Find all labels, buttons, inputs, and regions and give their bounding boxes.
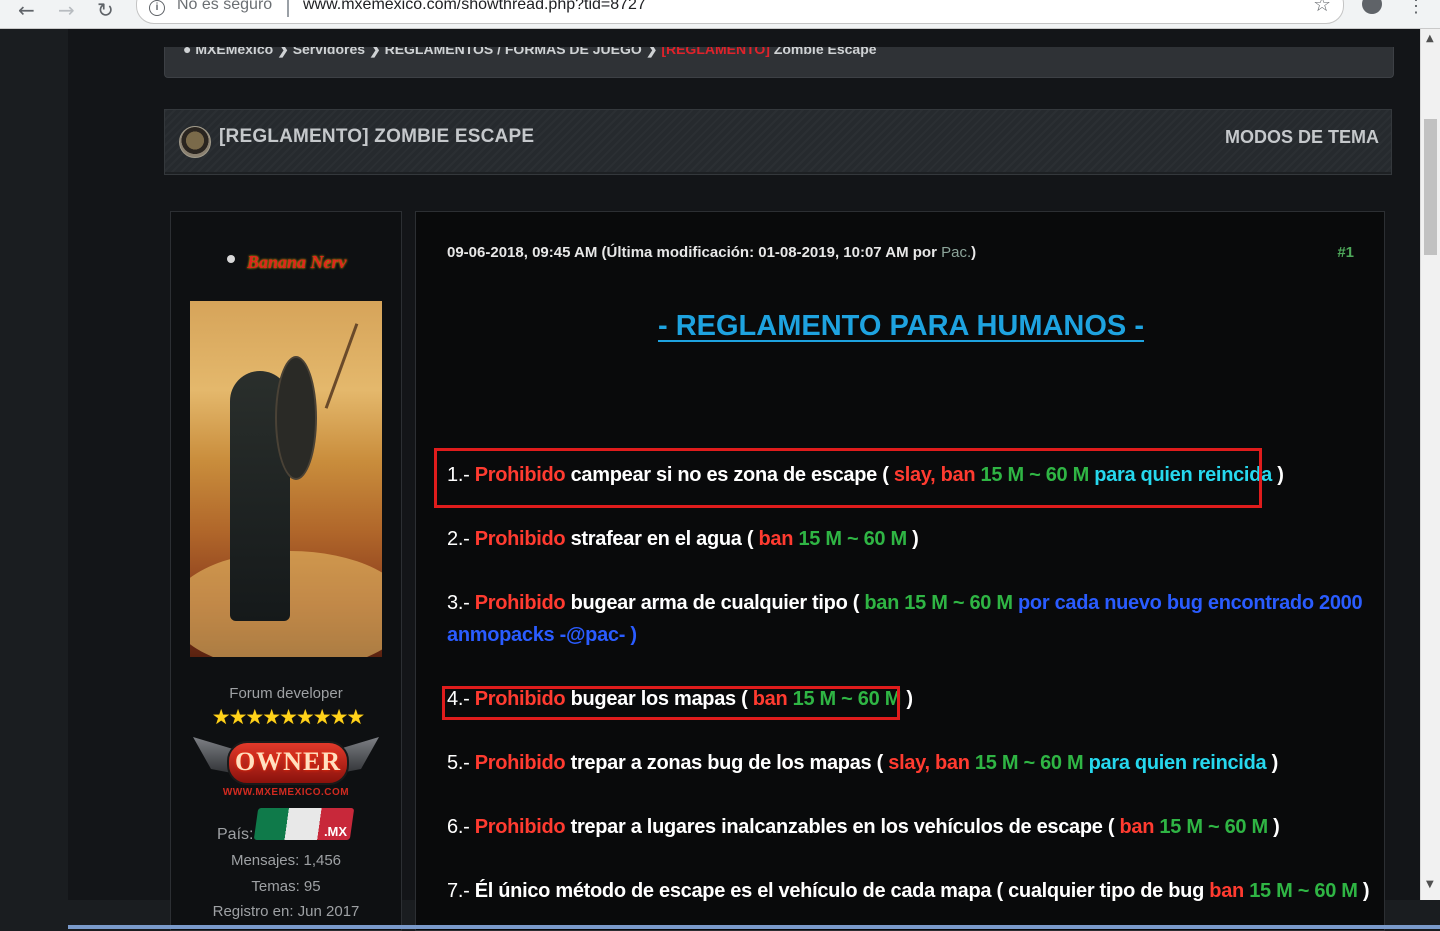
post-edited-close: ) xyxy=(971,244,977,261)
user-panel: Banana Nerv Forum developer ★★★★★★★★★ OW… xyxy=(170,211,402,931)
rule-text: ) xyxy=(1267,816,1280,838)
security-status: No es seguro xyxy=(177,0,273,13)
rule-text: ) xyxy=(1266,752,1279,774)
rule-text: strafear en el agua ( xyxy=(565,528,759,550)
rule-text: ) xyxy=(1357,880,1370,902)
rule-number: 2.- xyxy=(447,528,475,550)
info-icon[interactable]: i xyxy=(149,0,165,16)
reload-icon[interactable]: ↻ xyxy=(97,0,114,22)
rule-number: 6.- xyxy=(447,816,475,838)
thread-modes-button[interactable]: MODOS DE TEMA xyxy=(1225,127,1379,148)
rule-text: Prohibido xyxy=(474,528,566,550)
breadcrumb-item[interactable]: Servidores xyxy=(293,47,365,57)
avatar-shield xyxy=(275,356,317,480)
avatar-spear xyxy=(324,323,359,409)
rule-text: trepar a lugares inalcanzables en los ve… xyxy=(565,816,1120,838)
breadcrumb-current: Zombie Escape xyxy=(773,47,877,57)
breadcrumb: ● MXEMexico ❯ Servidores ❯ REGLAMENTOS /… xyxy=(164,47,1394,78)
rule-text: por cada nuevo bug encontrado 2000 xyxy=(1012,592,1363,614)
highlight-box xyxy=(442,686,900,720)
browser-toolbar: ← → ↻ i No es seguro www.mxemexico.com/s… xyxy=(0,0,1440,29)
post-date: 09-06-2018, 09:45 AM xyxy=(447,244,598,261)
scrollbar[interactable]: ▲ ▼ xyxy=(1420,29,1440,900)
rule-text: Él único método de escape es el vehículo… xyxy=(474,880,1210,902)
user-threads: Temas: 95 xyxy=(251,878,321,895)
scrollbar-thumb[interactable] xyxy=(1424,119,1437,255)
rule-text: ban xyxy=(758,528,794,550)
status-strip xyxy=(68,925,1440,929)
rule-text: 15 M ~ 60 M xyxy=(1154,816,1268,838)
rule-item: 5.- Prohibido trepar a zonas bug de los … xyxy=(447,752,1278,775)
rule-continuation: anmopacks -@pac- ) xyxy=(447,624,637,646)
address-bar[interactable]: i No es seguro www.mxemexico.com/showthr… xyxy=(136,0,1344,24)
rule-text: trepar a zonas bug de los mapas ( xyxy=(565,752,889,774)
badge-plate: OWNER xyxy=(227,741,349,785)
rule-item: 2.- Prohibido strafear en el agua ( ban … xyxy=(447,528,919,551)
breadcrumb-item[interactable]: MXEMexico xyxy=(195,47,273,57)
country-code: .MX xyxy=(323,824,347,839)
breadcrumb-home-icon[interactable]: ● xyxy=(183,47,191,57)
country-label: País: xyxy=(217,826,254,843)
post-body: 09-06-2018, 09:45 AM (Última modificació… xyxy=(415,211,1385,931)
breadcrumb-separator-icon: ❯ xyxy=(277,47,293,57)
rule-text: ban xyxy=(1209,880,1244,902)
rule-item: 3.- Prohibido bugear arma de cualquier t… xyxy=(447,592,1363,615)
user-registered: Registro en: Jun 2017 xyxy=(212,903,360,920)
rule-text: ban xyxy=(1119,816,1155,838)
thread-icon xyxy=(179,126,211,158)
divider xyxy=(287,0,289,17)
bookmark-star-icon[interactable]: ☆ xyxy=(1313,0,1331,17)
divider xyxy=(165,172,1391,174)
more-menu-icon[interactable]: ⋮ xyxy=(1407,0,1425,17)
rule-text: 15 M ~ 60 M xyxy=(1243,880,1358,902)
rule-text: 15 M ~ 60 M xyxy=(793,528,907,550)
rule-text: Prohibido xyxy=(474,816,566,838)
post-meta: 09-06-2018, 09:45 AM (Última modificació… xyxy=(447,244,976,261)
mexico-flag-icon: .MX xyxy=(253,808,355,840)
rule-number: 3.- xyxy=(447,592,475,614)
rule-text: ) xyxy=(1271,464,1284,486)
thread-header: [REGLAMENTO] ZOMBIE ESCAPE MODOS DE TEMA xyxy=(164,109,1392,175)
rank-stars-icon: ★★★★★★★★★ xyxy=(211,705,365,729)
rule-text: 15 M ~ 60 M xyxy=(969,752,1084,774)
forum-page: ● MXEMexico ❯ Servidores ❯ REGLAMENTOS /… xyxy=(68,29,1440,931)
rule-text: Prohibido xyxy=(474,752,566,774)
rule-text: ban 15 M ~ 60 M xyxy=(864,592,1013,614)
forward-arrow-icon[interactable]: → xyxy=(58,0,75,22)
user-rank: Forum developer xyxy=(229,685,343,702)
username[interactable]: Banana Nerv xyxy=(247,252,347,273)
breadcrumb-separator-icon: ❯ xyxy=(368,47,385,57)
back-arrow-icon[interactable]: ← xyxy=(18,0,35,22)
rule-number: 7.- xyxy=(447,880,475,902)
rule-text: slay, ban xyxy=(888,752,970,774)
rule-text: ) xyxy=(906,528,919,550)
post-number-link[interactable]: #1 xyxy=(1337,244,1354,261)
rule-item: 6.- Prohibido trepar a lugares inalcanza… xyxy=(447,816,1280,839)
breadcrumb-prefix: [REGLAMENTO] xyxy=(661,47,770,57)
url-text[interactable]: www.mxemexico.com/showthread.php?tid=872… xyxy=(303,0,646,14)
avatar[interactable] xyxy=(190,301,382,657)
scroll-down-icon[interactable]: ▼ xyxy=(1426,879,1434,890)
post-heading: - REGLAMENTO PARA HUMANOS - xyxy=(657,310,1144,342)
badge-site: WWW.MXEMEXICO.COM xyxy=(222,787,350,798)
breadcrumb-separator-icon: ❯ xyxy=(645,47,662,57)
badge-text: OWNER xyxy=(234,747,342,776)
thread-title: [REGLAMENTO] ZOMBIE ESCAPE xyxy=(219,126,535,147)
rule-text: bugear arma de cualquier tipo ( xyxy=(565,592,865,614)
user-posts: Mensajes: 1,456 xyxy=(230,852,342,869)
post-edited: (Última modificación: 01-08-2019, 10:07 … xyxy=(601,244,937,261)
highlight-box xyxy=(434,448,1262,508)
post-editor-link[interactable]: Pac. xyxy=(941,244,971,261)
online-status-icon xyxy=(227,255,235,263)
breadcrumb-item[interactable]: REGLAMENTOS / FORMAS DE JUEGO xyxy=(385,47,642,57)
rule-number: 5.- xyxy=(447,752,475,774)
rule-text: Prohibido xyxy=(474,592,566,614)
rule-text: para quien reincida xyxy=(1083,752,1267,774)
scroll-up-icon[interactable]: ▲ xyxy=(1426,33,1434,44)
rule-text: ) xyxy=(901,688,913,710)
account-icon[interactable] xyxy=(1362,0,1382,14)
owner-badge: OWNER WWW.MXEMEXICO.COM xyxy=(193,731,379,801)
